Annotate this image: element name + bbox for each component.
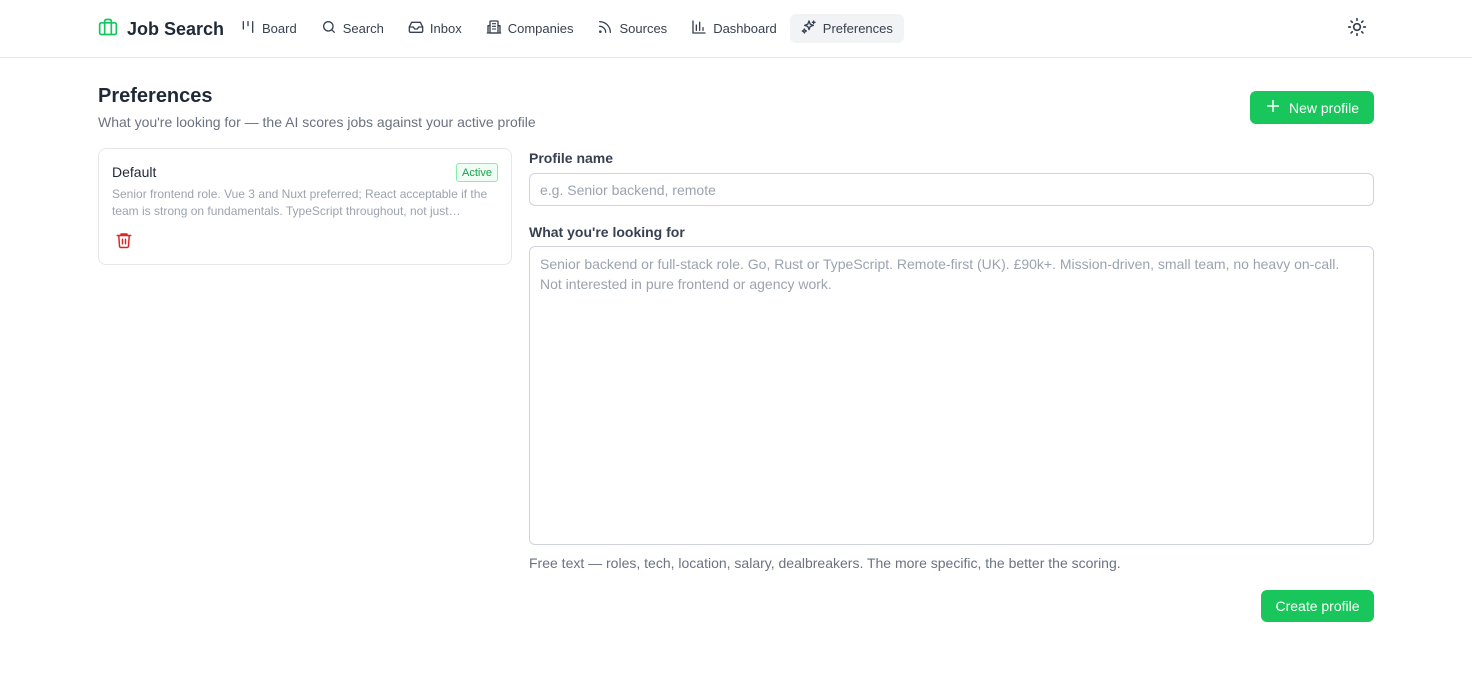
inbox-icon	[408, 19, 424, 38]
nav-item-companies[interactable]: Companies	[475, 14, 585, 43]
top-navigation-bar: Job Search Board Search Inbox Companies …	[0, 0, 1472, 58]
rss-icon	[597, 19, 613, 38]
page-subtitle: What you're looking for — the AI scores …	[98, 114, 536, 130]
app-title: Job Search	[127, 19, 225, 39]
search-icon	[321, 19, 337, 38]
theme-toggle-button[interactable]	[1345, 17, 1369, 41]
description-hint: Free text — roles, tech, location, salar…	[529, 555, 1121, 571]
brand[interactable]: Job Search	[98, 17, 224, 42]
nav-item-inbox[interactable]: Inbox	[397, 14, 473, 43]
main-nav: Board Search Inbox Companies Sources Das…	[229, 14, 906, 43]
description-textarea[interactable]	[529, 246, 1374, 545]
new-profile-button[interactable]: New profile	[1250, 91, 1374, 124]
nav-item-sources[interactable]: Sources	[586, 14, 678, 43]
profile-name-input[interactable]	[529, 173, 1374, 206]
profile-card[interactable]: Default Active Senior frontend role. Vue…	[98, 148, 512, 265]
sparkles-icon	[801, 19, 817, 38]
nav-item-label: Search	[342, 21, 384, 36]
status-badge: Active	[456, 163, 498, 182]
briefcase-icon	[98, 17, 118, 42]
nav-item-search[interactable]: Search	[310, 14, 395, 43]
nav-item-dashboard[interactable]: Dashboard	[680, 14, 788, 43]
plus-icon	[1265, 98, 1281, 117]
nav-item-board[interactable]: Board	[229, 14, 308, 43]
nav-item-label: Sources	[619, 21, 668, 36]
new-profile-label: New profile	[1288, 99, 1360, 116]
bar-chart-icon	[691, 19, 707, 38]
nav-item-label: Preferences	[822, 21, 893, 36]
nav-item-label: Inbox	[429, 21, 462, 36]
nav-item-label: Board	[262, 21, 297, 36]
nav-item-preferences[interactable]: Preferences	[789, 14, 904, 43]
trash-icon[interactable]	[115, 231, 133, 249]
nav-item-label: Dashboard	[713, 21, 777, 36]
create-profile-button[interactable]: Create profile	[1261, 590, 1374, 622]
description-label: What you're looking for	[529, 224, 685, 240]
profile-name-label: Profile name	[529, 150, 614, 166]
board-icon	[240, 19, 256, 38]
profile-description: Senior frontend role. Vue 3 and Nuxt pre…	[112, 187, 488, 218]
sun-icon	[1347, 17, 1367, 42]
nav-item-label: Companies	[507, 21, 574, 36]
profile-name: Default	[112, 164, 157, 180]
page-title: Preferences	[98, 85, 213, 107]
building-icon	[486, 19, 502, 38]
